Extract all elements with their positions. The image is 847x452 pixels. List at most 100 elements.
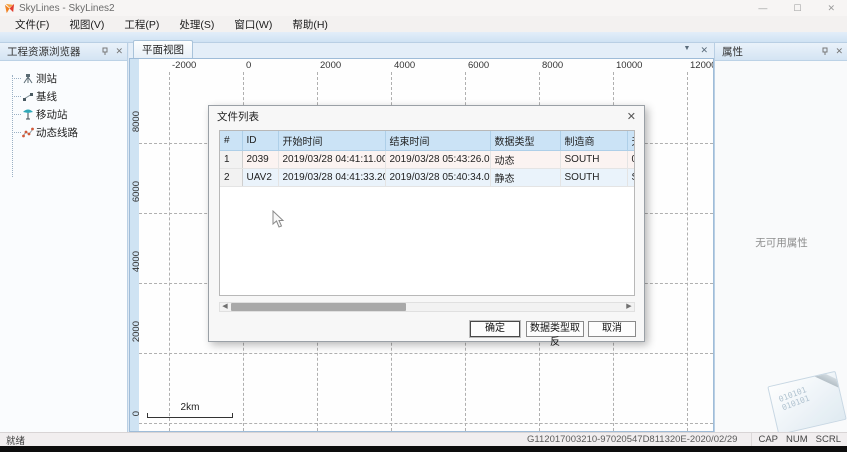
maximize-icon[interactable]: ☐ [793,3,801,14]
horizontal-scrollbar[interactable]: ◀ ▶ [219,302,635,312]
x-axis-tick: 10000 [616,60,642,71]
minimize-icon[interactable]: — [758,3,767,14]
gridline-h [139,423,713,424]
table-row[interactable]: 1 2039 2019/03/28 04:41:11.000 2019/03/2… [220,151,635,169]
cell-id: 2039 [242,151,278,169]
cell-manufacturer: SOUTH [560,169,627,187]
gridline-h [139,353,713,354]
cell-id: UAV2 [242,169,278,187]
tab-plan-view[interactable]: 平面视图 [133,40,193,58]
left-panel-close-icon[interactable]: ✕ [115,46,123,57]
map-scale-bar: 2km [147,403,233,418]
dialog-title-bar[interactable]: 文件列表 ✕ [209,106,644,127]
right-panel-header: 属性 ✕ [715,43,847,61]
cell-end-time: 2019/03/28 05:43:26.000 [385,151,490,169]
cell-antenna: SI [627,169,635,187]
menu-file[interactable]: 文件(F) [6,16,58,33]
col-header-end-time[interactable]: 结束时间 [385,131,490,151]
app-logo-icon [4,3,15,14]
dialog-title: 文件列表 [217,109,259,124]
scroll-lock-indicator: SCRL [816,434,841,445]
menu-project[interactable]: 工程(P) [115,16,168,33]
tree-item-label: 动态线路 [36,125,78,140]
left-panel-title: 工程资源浏览器 [7,44,81,59]
close-icon[interactable]: ✕ [827,3,835,14]
dialog-close-icon[interactable]: ✕ [627,110,636,123]
right-panel-close-icon[interactable]: ✕ [835,46,843,57]
rover-station-icon [22,108,34,120]
license-id-text: G112017003210-97020547D811320E-2020/02/2… [527,434,751,445]
menu-view[interactable]: 视图(V) [60,16,113,33]
app-window: { "window": { "title": "SkyLines - SkyLi… [0,0,847,452]
table-row[interactable]: 2 UAV2 2019/03/28 04:41:33.200 2019/03/2… [220,169,635,187]
tree-item-label: 测站 [36,71,57,86]
status-bar: 就绪 G112017003210-97020547D811320E-2020/0… [0,432,847,446]
pin-icon[interactable] [821,47,829,56]
cell-data-type: 动态 [490,151,560,169]
cell-index: 1 [220,151,242,169]
bottom-edge-bar [0,446,847,452]
x-axis-tick: 2000 [320,60,341,71]
col-header-data-type[interactable]: 数据类型 [490,131,560,151]
menu-window[interactable]: 窗口(W) [225,16,281,33]
menu-process[interactable]: 处理(S) [170,16,223,33]
tree-item-label: 移动站 [36,107,68,122]
no-properties-text: 无可用属性 [715,235,847,250]
tree-item-dynamic-route[interactable]: 动态线路 [0,123,127,141]
gridline-v [687,72,688,431]
cell-end-time: 2019/03/28 05:40:34.000 [385,169,490,187]
cell-antenna: 0 [627,151,635,169]
pin-icon[interactable] [101,47,109,56]
view-tab-bar: 平面视图 ▼ ✕ [129,43,714,58]
y-axis-tick: 8000 [131,111,142,132]
station-icon [22,72,34,84]
num-lock-indicator: NUM [786,434,808,445]
title-bar: SkyLines - SkyLines2 — ☐ ✕ [0,0,847,16]
menu-bar: 文件(F) 视图(V) 工程(P) 处理(S) 窗口(W) 帮助(H) [0,16,847,32]
window-title: SkyLines - SkyLines2 [19,3,115,14]
scrollbar-thumb[interactable] [231,303,406,311]
col-header-manufacturer[interactable]: 制造商 [560,131,627,151]
y-axis-tick: 6000 [131,181,142,202]
file-table: # ID 开始时间 结束时间 数据类型 制造商 天 1 2039 2019/03… [220,131,635,187]
scale-label: 2km [147,402,233,413]
tree-item-rover[interactable]: 移动站 [0,105,127,123]
invert-data-type-button[interactable]: 数据类型取反 [526,321,584,337]
x-axis-tick: 4000 [394,60,415,71]
table-header-row: # ID 开始时间 结束时间 数据类型 制造商 天 [220,131,635,151]
y-axis-tick: 4000 [131,251,142,272]
cell-start-time: 2019/03/28 04:41:11.000 [278,151,385,169]
x-axis-tick: 0 [246,60,251,71]
col-header-index[interactable]: # [220,131,242,151]
x-axis-tick: 6000 [468,60,489,71]
project-resource-panel: 工程资源浏览器 ✕ 测站 [0,43,128,432]
menu-help[interactable]: 帮助(H) [283,16,337,33]
cell-start-time: 2019/03/28 04:41:33.200 [278,169,385,187]
cell-data-type: 静态 [490,169,560,187]
tab-list-dropdown-icon[interactable]: ▼ [684,45,691,56]
scroll-left-icon[interactable]: ◀ [220,303,230,311]
left-panel-header: 工程资源浏览器 ✕ [0,43,127,61]
caps-lock-indicator: CAP [758,434,778,445]
gridline-v [169,72,170,431]
cell-index: 2 [220,169,242,187]
toolbar-strip [0,32,847,43]
ok-button[interactable]: 确定 [470,321,520,337]
cell-manufacturer: SOUTH [560,151,627,169]
cancel-button[interactable]: 取消 [588,321,636,337]
col-header-start-time[interactable]: 开始时间 [278,131,385,151]
tree-item-label: 基线 [36,89,57,104]
status-ready-text: 就绪 [0,433,25,447]
tree-item-station[interactable]: 测站 [0,69,127,87]
tab-close-icon[interactable]: ✕ [700,45,708,56]
right-panel-title: 属性 [722,44,743,59]
col-header-id[interactable]: ID [242,131,278,151]
col-header-antenna[interactable]: 天 [627,131,635,151]
dynamic-route-icon [22,126,34,138]
x-axis-tick: 8000 [542,60,563,71]
scroll-right-icon[interactable]: ▶ [624,303,634,311]
tree-item-baseline[interactable]: 基线 [0,87,127,105]
y-axis-tick: 0 [131,411,142,416]
x-axis-tick: -2000 [172,60,196,71]
x-axis-tick: 12000 [690,60,714,71]
